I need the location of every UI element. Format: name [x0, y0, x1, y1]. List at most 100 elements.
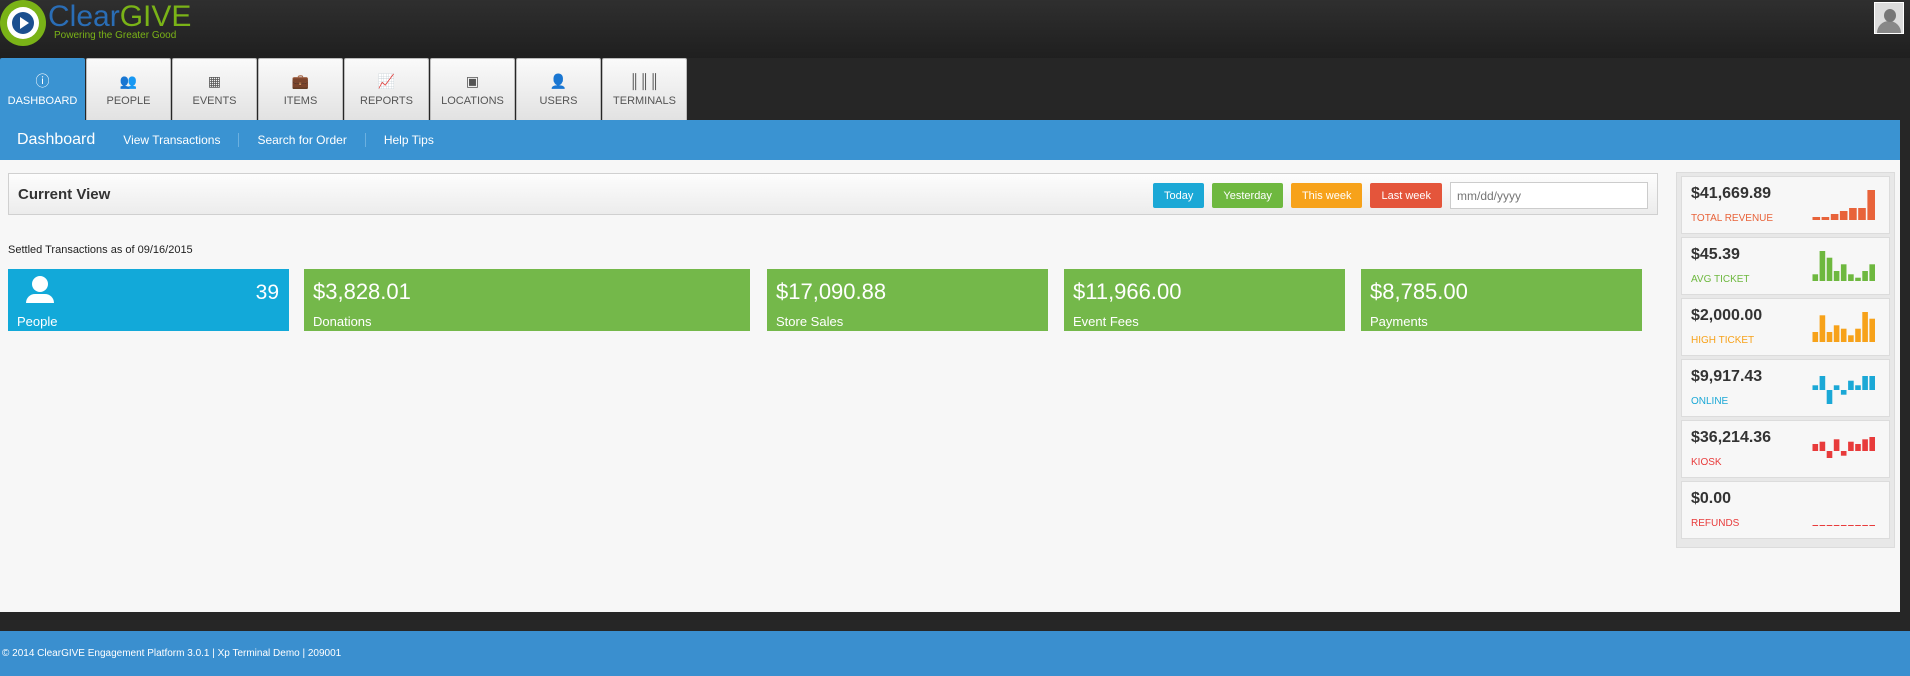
date-input[interactable] [1450, 182, 1648, 209]
stat-value: $9,917.43 [1691, 368, 1763, 385]
sparkline-bar [1840, 525, 1847, 526]
stat-card-high-ticket[interactable]: $2,000.00 HIGH TICKET [1681, 298, 1890, 356]
sparkline-bar [1855, 444, 1861, 451]
play-logo-icon [0, 0, 46, 46]
main-tabs: ⓘ DASHBOARD 👥 PEOPLE ▦ EVENTS 💼 ITEMS 📈 REPORTS ▣ L… [0, 58, 688, 120]
subnav-title[interactable]: Dashboard [17, 131, 95, 149]
sparkline-bar [1858, 208, 1866, 220]
people-count: 39 [255, 281, 279, 304]
sparkline-bar [1840, 328, 1847, 342]
tab-people[interactable]: 👥 PEOPLE [86, 58, 171, 120]
sparkline-bar [1819, 376, 1826, 390]
stat-value: $41,669.89 [1691, 185, 1772, 202]
sparkline-bar [1869, 318, 1875, 342]
event-fees-label: Event Fees [1073, 314, 1139, 329]
sparkline-bar [1839, 211, 1848, 220]
sparkline-bar [1812, 525, 1819, 526]
sparkline-chart [1812, 251, 1875, 281]
this-week-button[interactable]: This week [1290, 183, 1363, 208]
tab-events[interactable]: ▦ EVENTS [172, 58, 257, 120]
sparkline-bar [1812, 274, 1819, 281]
today-button[interactable]: Today [1153, 183, 1205, 208]
calendar-icon: ▦ [207, 72, 222, 89]
stat-label: KIOSK [1691, 457, 1722, 468]
stat-value: $36,214.36 [1691, 429, 1772, 446]
sparkline-bar [1826, 390, 1833, 404]
main-panel: Dashboard View Transactions Search for O… [0, 120, 1900, 612]
tab-label: LOCATIONS [441, 94, 504, 107]
sparkline-bar [1819, 525, 1826, 526]
search-for-order-link[interactable]: Search for Order [238, 133, 364, 147]
sparkline-bar [1862, 376, 1868, 390]
payments-value: $8,785.00 [1370, 279, 1468, 304]
stat-label: TOTAL REVENUE [1691, 213, 1774, 224]
tab-dashboard[interactable]: ⓘ DASHBOARD [0, 58, 85, 120]
stat-value: $2,000.00 [1691, 307, 1763, 324]
stat-card-total-revenue[interactable]: $41,669.89 TOTAL REVENUE [1681, 176, 1890, 234]
sparkline-bar [1833, 325, 1840, 342]
tab-label: PEOPLE [106, 94, 151, 107]
sparkline-bar [1855, 328, 1861, 342]
subnav-bar: Dashboard View Transactions Search for O… [0, 120, 1900, 160]
donations-tile[interactable]: $3,828.01 Donations [304, 269, 750, 331]
sparkline-bar [1833, 271, 1840, 281]
people-label: People [17, 314, 58, 329]
event-fees-tile[interactable]: $11,966.00 Event Fees [1064, 269, 1345, 331]
tab-users[interactable]: 👤 USERS [516, 58, 601, 120]
sparkline-bar [1819, 251, 1826, 281]
footer: © 2014 ClearGIVE Engagement Platform 3.0… [0, 631, 1910, 676]
tab-label: TERMINALS [613, 94, 676, 107]
sparkline-bar [1849, 208, 1857, 220]
people-icon: 👥 [119, 72, 138, 89]
stat-card-kiosk[interactable]: $36,214.36 KIOSK [1681, 420, 1890, 478]
store-sales-tile[interactable]: $17,090.88 Store Sales [767, 269, 1048, 331]
sparkline-bar [1819, 441, 1826, 451]
help-tips-link[interactable]: Help Tips [364, 133, 452, 147]
sparkline-bar [1826, 332, 1833, 342]
sparkline-chart [1812, 376, 1875, 404]
sparkline-bar [1812, 217, 1821, 220]
sparkline-bar [1840, 451, 1847, 456]
payments-label: Payments [1370, 314, 1428, 329]
stat-label: REFUNDS [1691, 518, 1740, 529]
user-avatar[interactable] [1874, 2, 1904, 34]
user-group-icon: 👤 [549, 72, 568, 89]
tab-label: REPORTS [360, 94, 413, 107]
stat-card-online[interactable]: $9,917.43 ONLINE [1681, 359, 1890, 417]
barcode-icon: ║║║ [629, 72, 660, 89]
sparkline-bar [1833, 439, 1840, 451]
donations-label: Donations [313, 314, 372, 329]
brand-tagline: Powering the Greater Good [54, 30, 177, 41]
tab-terminals[interactable]: ║║║ TERMINALS [602, 58, 687, 120]
sparkline-bar [1812, 385, 1819, 390]
sparkline-bar [1855, 277, 1861, 281]
picture-icon: ▣ [465, 72, 480, 89]
store-sales-value: $17,090.88 [776, 279, 887, 304]
brand-name: ClearGIVE [48, 0, 192, 33]
tab-label: ITEMS [283, 94, 318, 107]
tab-label: USERS [539, 94, 578, 107]
stat-value: $45.39 [1691, 246, 1740, 263]
sparkline-chart [1812, 525, 1875, 526]
yesterday-button[interactable]: Yesterday [1212, 183, 1283, 208]
sparkline-chart [1812, 437, 1875, 458]
sparkline-bar [1812, 444, 1819, 451]
sparkline-bar [1812, 332, 1819, 342]
payments-tile[interactable]: $8,785.00 Payments [1361, 269, 1642, 331]
sparkline-bar [1830, 214, 1839, 220]
tab-label: DASHBOARD [7, 94, 78, 107]
stat-card-avg-ticket[interactable]: $45.39 AVG TICKET [1681, 237, 1890, 295]
tab-label: EVENTS [192, 94, 237, 107]
settled-transactions-text: Settled Transactions as of 09/16/2015 [8, 244, 193, 256]
view-transactions-link[interactable]: View Transactions [123, 133, 238, 147]
tab-locations[interactable]: ▣ LOCATIONS [430, 58, 515, 120]
stat-card-refunds[interactable]: $0.00 REFUNDS [1681, 481, 1890, 539]
tab-items[interactable]: 💼 ITEMS [258, 58, 343, 120]
sparkline-bar [1833, 525, 1840, 526]
cleargive-logo[interactable]: ClearGIVE Powering the Greater Good [0, 0, 191, 46]
tab-reports[interactable]: 📈 REPORTS [344, 58, 429, 120]
info-icon: ⓘ [35, 72, 50, 89]
last-week-button[interactable]: Last week [1370, 183, 1442, 208]
people-tile[interactable]: 39 People [8, 269, 289, 331]
sparkline-chart [1812, 312, 1875, 342]
